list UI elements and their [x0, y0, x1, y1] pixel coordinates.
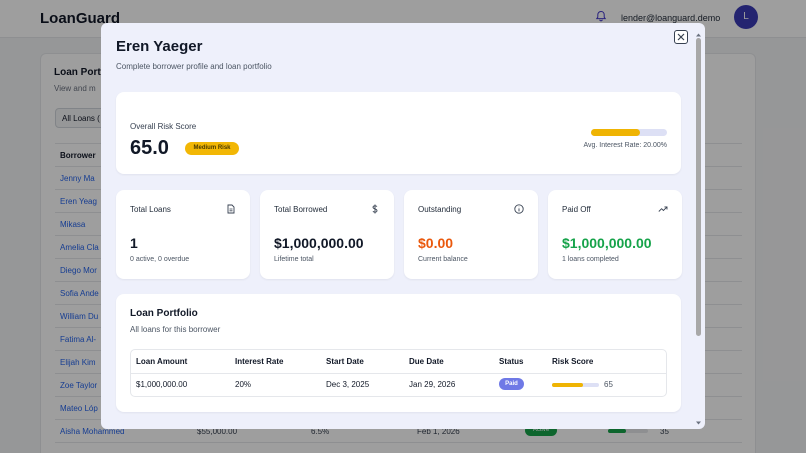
column-header: Start Date [326, 357, 364, 366]
section-subtitle: All loans for this borrower [130, 325, 221, 334]
section-title: Loan Portfolio [130, 308, 198, 319]
table-header-row: Loan Amount Interest Rate Start Date Due… [131, 350, 666, 374]
stat-label: Paid Off [562, 205, 591, 214]
total-loans-card: Total Loans 1 0 active, 0 overdue [116, 190, 250, 279]
risk-score-bar [552, 383, 599, 387]
stat-value: $1,000,000.00 [274, 235, 364, 251]
stat-label: Outstanding [418, 205, 462, 214]
total-borrowed-card: Total Borrowed $1,000,000.00 Lifetime to… [260, 190, 394, 279]
due-date: Jan 29, 2026 [409, 380, 456, 389]
risk-score-bar-fill [552, 383, 583, 387]
modal-scrollbar[interactable] [695, 32, 702, 426]
risk-score-value: 65 [604, 380, 613, 389]
stat-note: Lifetime total [274, 256, 314, 263]
loans-table: Loan Amount Interest Rate Start Date Due… [130, 349, 667, 397]
stat-label: Total Borrowed [274, 205, 328, 214]
paid-off-card: Paid Off $1,000,000.00 1 loans completed [548, 190, 682, 279]
stat-note: 0 active, 0 overdue [130, 256, 190, 263]
stat-note: Current balance [418, 256, 468, 263]
risk-score-bar-fill [591, 129, 641, 136]
close-button[interactable] [674, 30, 688, 44]
info-icon [514, 204, 524, 214]
stat-value: $1,000,000.00 [562, 235, 652, 251]
interest-rate: 20% [235, 380, 252, 389]
risk-score-bar [591, 129, 667, 136]
outstanding-card: Outstanding $0.00 Current balance [404, 190, 538, 279]
modal-subtitle: Complete borrower profile and loan portf… [116, 62, 272, 71]
loan-amount: $1,000,000.00 [136, 380, 188, 389]
column-header: Interest Rate [235, 357, 284, 366]
close-icon [677, 33, 685, 41]
document-icon [227, 204, 235, 214]
column-header: Status [499, 357, 524, 366]
dollar-icon [372, 204, 378, 214]
column-header: Due Date [409, 357, 444, 366]
stat-value: 1 [130, 235, 138, 251]
stat-value: $0.00 [418, 235, 454, 251]
start-date: Dec 3, 2025 [326, 380, 370, 389]
risk-score-value: 65.0 [130, 137, 169, 159]
stat-label: Total Loans [130, 205, 171, 214]
column-header: Risk Score [552, 357, 594, 366]
column-header: Loan Amount [136, 357, 188, 366]
risk-score-label: Overall Risk Score [130, 122, 197, 131]
risk-score-card: Overall Risk Score 65.0 Medium Risk Avg.… [116, 92, 681, 174]
scroll-down-icon[interactable] [695, 420, 702, 426]
stat-note: 1 loans completed [562, 256, 619, 263]
trending-up-icon [658, 206, 668, 212]
status-badge: Paid [499, 378, 524, 390]
scrollbar-thumb[interactable] [696, 38, 701, 336]
risk-level-badge: Medium Risk [185, 142, 239, 155]
loan-portfolio-section: Loan Portfolio All loans for this borrow… [116, 294, 681, 412]
avg-interest-rate: Avg. Interest Rate: 20.00% [583, 142, 667, 149]
modal-title: Eren Yaeger [116, 38, 203, 55]
table-row[interactable]: $1,000,000.00 20% Dec 3, 2025 Jan 29, 20… [131, 374, 666, 396]
